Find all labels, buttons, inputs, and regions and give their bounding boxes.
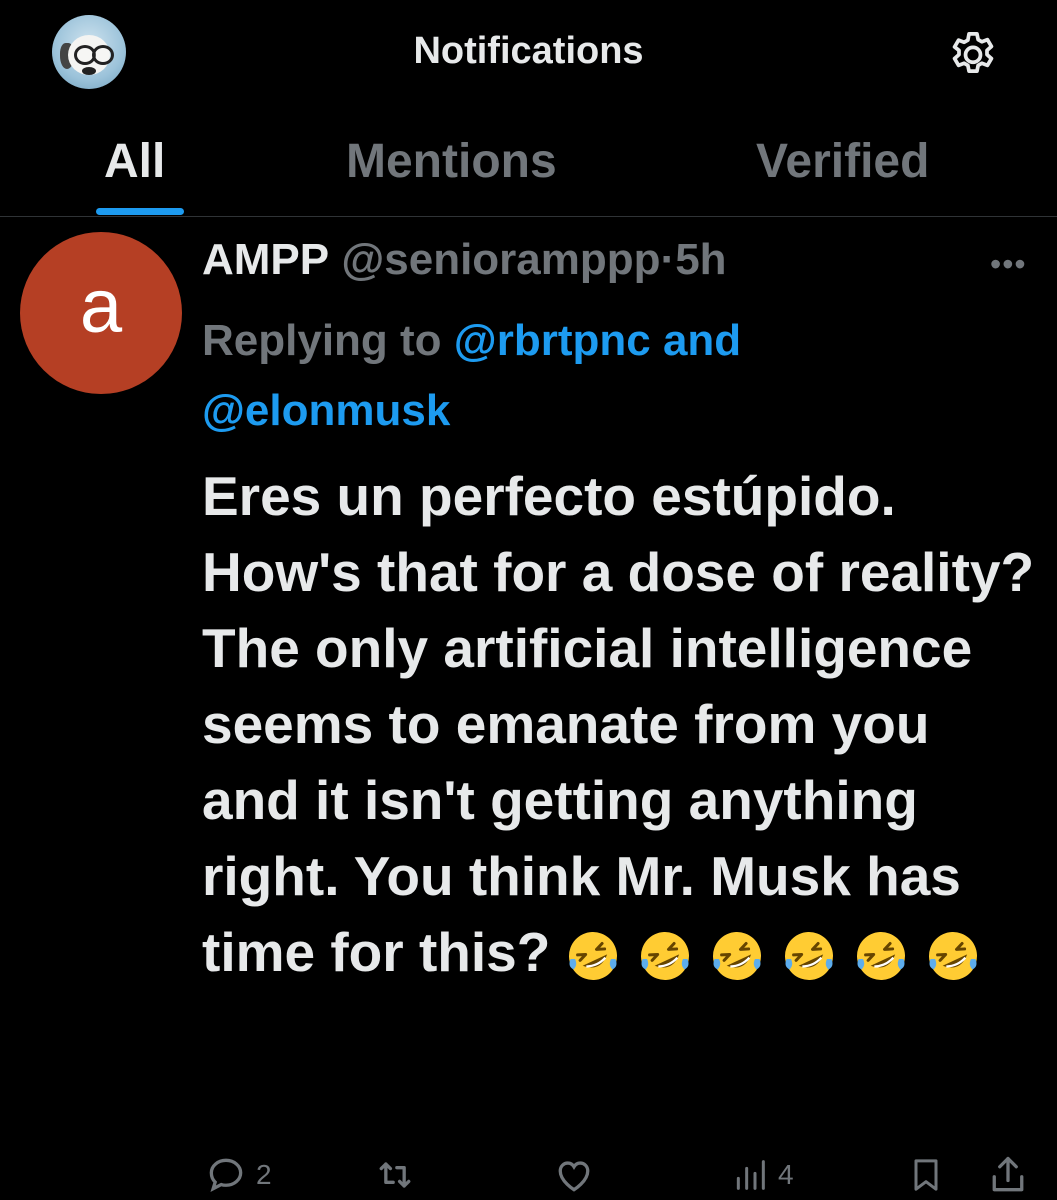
laughing-emoji-icon: [856, 932, 905, 981]
tweet-avatar[interactable]: a: [20, 232, 182, 394]
author-name[interactable]: AMPP: [202, 235, 329, 284]
laughing-emoji-icon: [712, 932, 761, 981]
tweet-header: AMPP @senioramppp·5h: [202, 232, 727, 288]
active-tab-indicator: [96, 208, 184, 215]
bookmark-icon: [914, 1159, 938, 1191]
tab-mentions[interactable]: Mentions: [346, 134, 557, 189]
tweet-time[interactable]: 5h: [675, 235, 726, 284]
replying-prefix: Replying to: [202, 316, 442, 365]
views-chart-icon: [736, 1160, 765, 1190]
like-button[interactable]: [552, 1150, 596, 1200]
separator: ·: [660, 235, 676, 284]
mention-join: and: [662, 316, 742, 365]
mention-elonmusk[interactable]: @elonmusk: [202, 386, 450, 435]
reply-icon: [209, 1158, 243, 1193]
tab-verified[interactable]: Verified: [756, 134, 929, 189]
gear-icon[interactable]: [945, 28, 1001, 84]
mention-rbrtpnc[interactable]: @rbrtpnc: [454, 316, 651, 365]
views-button[interactable]: 4: [730, 1150, 794, 1200]
author-handle[interactable]: @senioramppp: [341, 235, 660, 284]
laughing-emoji-icon: [784, 932, 833, 981]
divider: [0, 216, 1057, 217]
share-button[interactable]: [986, 1150, 1030, 1200]
reply-count: 2: [256, 1159, 272, 1190]
heart-icon: [558, 1161, 590, 1192]
reply-button[interactable]: 2: [204, 1150, 272, 1200]
page-title: Notifications: [413, 30, 644, 72]
tweet-action-bar: 2 4: [0, 1150, 1057, 1200]
tweet-text-container: Eres un perfecto estúpido. How's that fo…: [202, 458, 1042, 994]
views-count: 4: [778, 1159, 794, 1190]
tab-all[interactable]: All: [104, 134, 165, 189]
laughing-emoji-icon: [568, 932, 617, 981]
tweet-text: Eres un perfecto estúpido. How's that fo…: [202, 465, 1035, 983]
replying-to: Replying to @rbrtpnc and @elonmusk: [202, 306, 1022, 446]
retweet-button[interactable]: [372, 1150, 418, 1200]
laughing-emoji-icon: [640, 932, 689, 981]
header: Notifications: [0, 0, 1057, 110]
share-icon: [992, 1156, 1024, 1192]
laughing-emoji-icon: [928, 932, 977, 981]
emoji-row: [566, 918, 998, 994]
retweet-icon: [379, 1162, 411, 1188]
bookmark-button[interactable]: [906, 1150, 946, 1200]
more-dots-icon[interactable]: •••: [990, 246, 1027, 283]
tab-bar: All Mentions Verified: [0, 120, 1057, 216]
